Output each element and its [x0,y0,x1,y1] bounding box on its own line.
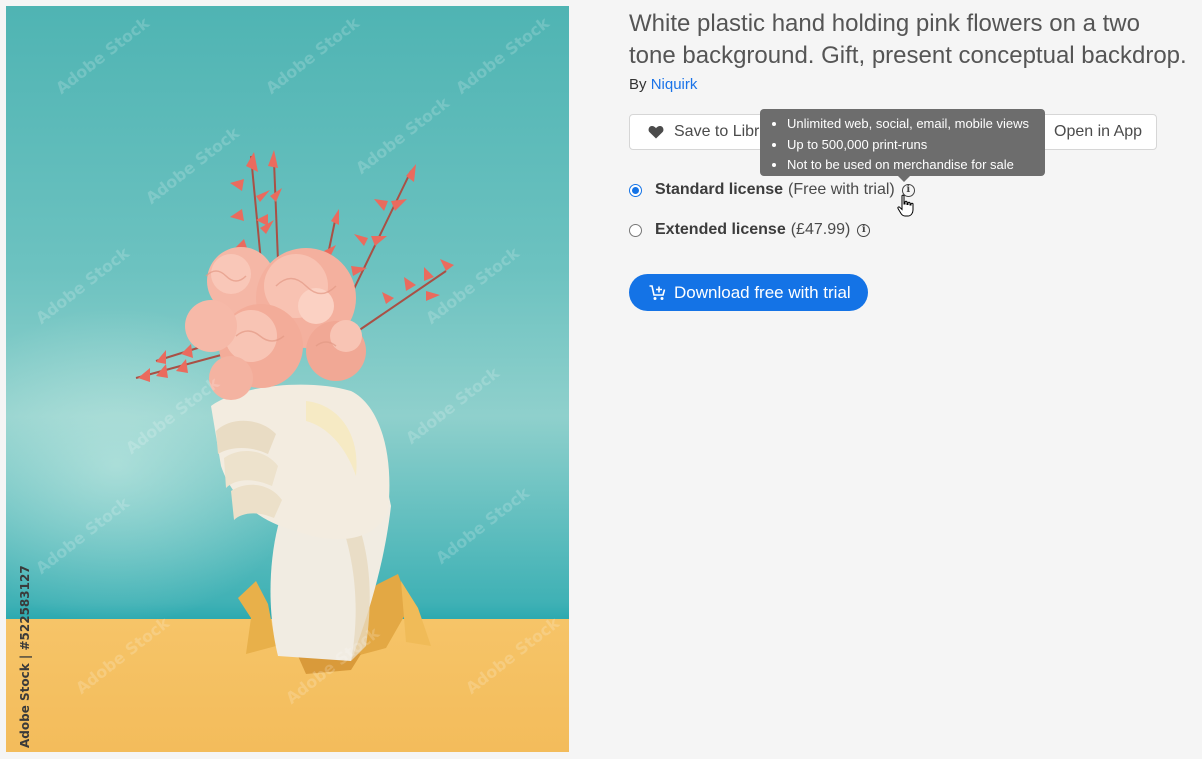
save-label: Save to Libra [674,123,769,140]
stock-image[interactable]: Adobe Stock Adobe Stock Adobe Stock Adob… [6,6,569,752]
extended-license-radio[interactable] [629,223,642,237]
author-link[interactable]: Niquirk [651,76,698,93]
by-prefix: By [629,76,647,93]
tooltip-item: Not to be used on merchandise for sale [787,155,1045,176]
cart-plus-icon [649,284,666,300]
heart-icon [648,125,664,139]
asset-title: White plastic hand holding pink flowers … [629,10,1187,69]
extended-license-option[interactable]: Extended license (£47.99) i [629,221,871,239]
info-icon[interactable]: i [857,223,871,237]
download-button[interactable]: Download free with trial [629,274,868,311]
tooltip-item: Unlimited web, social, email, mobile vie… [787,114,1045,135]
tooltip-item: Up to 500,000 print-runs [787,135,1045,156]
standard-license-radio[interactable] [629,183,642,197]
author-byline: By Niquirk [629,76,697,93]
open-in-app-button[interactable]: Open in App [1028,114,1157,150]
tooltip-list: Unlimited web, social, email, mobile vie… [772,114,1045,176]
license-detail: (Free with trial) [788,181,895,198]
license-detail: (£47.99) [790,221,851,238]
hand-pointer-icon [897,194,914,217]
stock-id-watermark: Adobe Stock | #522583127 [18,565,32,748]
license-name: Extended license [655,221,786,238]
license-name: Standard license [655,181,784,198]
hand-with-flowers-illustration [135,150,454,674]
download-label: Download free with trial [674,282,851,302]
open-in-app-label: Open in App [1054,123,1143,140]
license-tooltip: Unlimited web, social, email, mobile vie… [760,109,1045,182]
standard-license-option[interactable]: Standard license (Free with trial) i [629,181,915,199]
